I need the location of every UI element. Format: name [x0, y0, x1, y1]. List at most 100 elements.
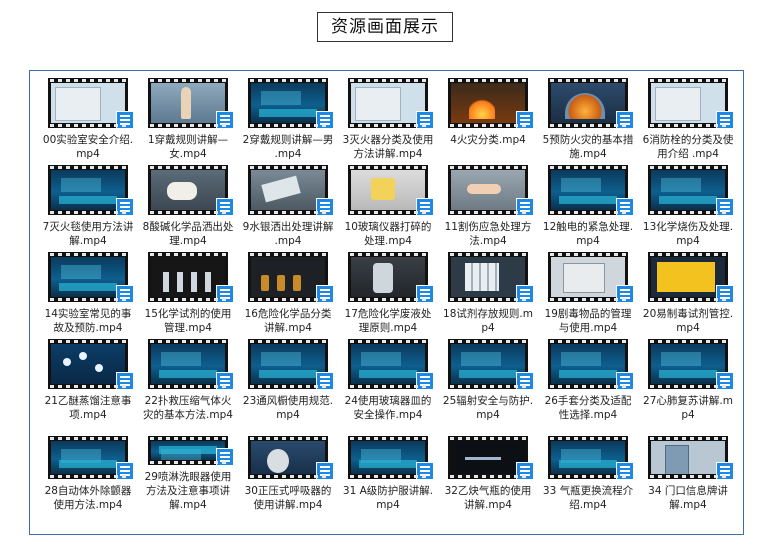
video-thumbnail[interactable]	[548, 252, 634, 303]
video-thumbnail[interactable]	[548, 165, 634, 216]
file-name-label[interactable]: 10玻璃仪器打碎的处理.mp4	[342, 220, 434, 248]
file-item[interactable]: 7灭火毯使用方法讲解.mp4	[38, 164, 138, 251]
video-thumbnail[interactable]	[48, 165, 134, 216]
file-item[interactable]: 26手套分类及适配性选择.mp4	[538, 338, 638, 425]
file-item[interactable]: 00实验室安全介绍.mp4	[38, 77, 138, 164]
video-thumbnail[interactable]	[448, 339, 534, 390]
video-thumbnail[interactable]	[348, 78, 434, 129]
file-name-label[interactable]: 34 门口信息牌讲解.mp4	[642, 484, 734, 512]
file-name-label[interactable]: 00实验室安全介绍.mp4	[42, 133, 134, 161]
file-item[interactable]: 27心肺复苏讲解.mp4	[638, 338, 738, 425]
video-thumbnail[interactable]	[648, 339, 734, 390]
file-item[interactable]: 23通风橱使用规范.mp4	[238, 338, 338, 425]
video-thumbnail[interactable]	[348, 339, 434, 390]
file-item[interactable]: 13化学烧伤及处理.mp4	[638, 164, 738, 251]
file-name-label[interactable]: 27心肺复苏讲解.mp4	[642, 394, 734, 422]
file-item[interactable]: 28自动体外除颤器使用方法.mp4	[38, 435, 138, 512]
file-item[interactable]: 30正压式呼吸器的使用讲解.mp4	[238, 435, 338, 512]
video-thumbnail[interactable]	[548, 339, 634, 390]
file-item[interactable]: 25辐射安全与防护.mp4	[438, 338, 538, 425]
file-item[interactable]: 15化学试剂的使用管理.mp4	[138, 251, 238, 338]
file-item[interactable]: 8酸碱化学品洒出处理.mp4	[138, 164, 238, 251]
file-name-label[interactable]: 26手套分类及适配性选择.mp4	[542, 394, 634, 422]
file-name-label[interactable]: 2穿戴规则讲解—男 .mp4	[242, 133, 334, 161]
video-thumbnail[interactable]	[648, 436, 734, 480]
video-thumbnail[interactable]	[448, 252, 534, 303]
video-thumbnail[interactable]	[448, 436, 534, 480]
video-thumbnail[interactable]	[48, 436, 134, 480]
file-item[interactable]: 20易制毒试剂管控.mp4	[638, 251, 738, 338]
file-item[interactable]: 21乙醚蒸馏注意事项.mp4	[38, 338, 138, 425]
file-item[interactable]: 14实验室常见的事故及预防.mp4	[38, 251, 138, 338]
file-item[interactable]: 9水银洒出处理讲解 .mp4	[238, 164, 338, 251]
video-thumbnail[interactable]	[648, 252, 734, 303]
file-name-label[interactable]: 9水银洒出处理讲解 .mp4	[242, 220, 334, 248]
file-item[interactable]: 32乙炔气瓶的使用讲解.mp4	[438, 435, 538, 512]
file-item[interactable]: 34 门口信息牌讲解.mp4	[638, 435, 738, 512]
file-name-label[interactable]: 8酸碱化学品洒出处理.mp4	[142, 220, 234, 248]
file-name-label[interactable]: 7灭火毯使用方法讲解.mp4	[42, 220, 134, 248]
file-name-label[interactable]: 16危险化学品分类讲解.mp4	[242, 307, 334, 335]
video-thumbnail[interactable]	[648, 78, 734, 129]
file-name-label[interactable]: 33 气瓶更换流程介绍.mp4	[542, 484, 634, 512]
video-thumbnail[interactable]	[48, 252, 134, 303]
video-thumbnail[interactable]	[548, 78, 634, 129]
file-name-label[interactable]: 32乙炔气瓶的使用讲解.mp4	[442, 484, 534, 512]
video-thumbnail[interactable]	[248, 165, 334, 216]
file-name-label[interactable]: 24使用玻璃器皿的安全操作.mp4	[342, 394, 434, 422]
file-item[interactable]: 12触电的紧急处理.mp4	[538, 164, 638, 251]
file-item[interactable]: 3灭火器分类及使用方法讲解.mp4	[338, 77, 438, 164]
file-item[interactable]: 1穿戴规则讲解—女.mp4	[138, 77, 238, 164]
file-name-label[interactable]: 25辐射安全与防护.mp4	[442, 394, 534, 422]
video-thumbnail[interactable]	[648, 165, 734, 216]
file-name-label[interactable]: 29喷淋洗眼器使用方法及注意事项讲解.mp4	[142, 470, 234, 512]
file-item[interactable]: 18试剂存放规则.mp4	[438, 251, 538, 338]
file-item[interactable]: 31 A级防护服讲解.mp4	[338, 435, 438, 512]
file-name-label[interactable]: 11割伤应急处理方法.mp4	[442, 220, 534, 248]
video-thumbnail[interactable]	[148, 252, 234, 303]
file-item[interactable]: 24使用玻璃器皿的安全操作.mp4	[338, 338, 438, 425]
video-thumbnail[interactable]	[248, 436, 334, 480]
video-thumbnail[interactable]	[148, 78, 234, 129]
video-thumbnail[interactable]	[148, 165, 234, 216]
file-name-label[interactable]: 17危险化学废液处理原则.mp4	[342, 307, 434, 335]
file-item[interactable]: 5预防火灾的基本措施.mp4	[538, 77, 638, 164]
video-thumbnail[interactable]	[48, 339, 134, 390]
file-item[interactable]: 6消防栓的分类及使用介绍 .mp4	[638, 77, 738, 164]
file-item[interactable]: 29喷淋洗眼器使用方法及注意事项讲解.mp4	[138, 435, 238, 512]
video-thumbnail[interactable]	[548, 436, 634, 480]
video-thumbnail[interactable]	[348, 252, 434, 303]
file-item[interactable]: 11割伤应急处理方法.mp4	[438, 164, 538, 251]
file-name-label[interactable]: 23通风橱使用规范.mp4	[242, 394, 334, 422]
video-thumbnail[interactable]	[248, 339, 334, 390]
video-thumbnail[interactable]	[148, 436, 234, 466]
video-thumbnail[interactable]	[448, 78, 534, 129]
file-name-label[interactable]: 14实验室常见的事故及预防.mp4	[42, 307, 134, 335]
file-name-label[interactable]: 19剧毒物品的管理与使用.mp4	[542, 307, 634, 335]
file-name-label[interactable]: 3灭火器分类及使用方法讲解.mp4	[342, 133, 434, 161]
file-name-label[interactable]: 28自动体外除颤器使用方法.mp4	[42, 484, 134, 512]
file-item[interactable]: 33 气瓶更换流程介绍.mp4	[538, 435, 638, 512]
file-item[interactable]: 16危险化学品分类讲解.mp4	[238, 251, 338, 338]
file-item[interactable]: 19剧毒物品的管理与使用.mp4	[538, 251, 638, 338]
video-thumbnail[interactable]	[348, 165, 434, 216]
file-name-label[interactable]: 18试剂存放规则.mp4	[442, 307, 534, 335]
file-item[interactable]: 4火灾分类.mp4	[438, 77, 538, 164]
file-name-label[interactable]: 4火灾分类.mp4	[442, 133, 534, 147]
video-thumbnail[interactable]	[48, 78, 134, 129]
file-name-label[interactable]: 31 A级防护服讲解.mp4	[342, 484, 434, 512]
video-thumbnail[interactable]	[248, 78, 334, 129]
file-item[interactable]: 17危险化学废液处理原则.mp4	[338, 251, 438, 338]
file-name-label[interactable]: 12触电的紧急处理.mp4	[542, 220, 634, 248]
file-name-label[interactable]: 15化学试剂的使用管理.mp4	[142, 307, 234, 335]
file-name-label[interactable]: 22扑救压缩气体火灾的基本方法.mp4	[142, 394, 234, 422]
file-name-label[interactable]: 30正压式呼吸器的使用讲解.mp4	[242, 484, 334, 512]
file-name-label[interactable]: 20易制毒试剂管控.mp4	[642, 307, 734, 335]
file-item[interactable]: 10玻璃仪器打碎的处理.mp4	[338, 164, 438, 251]
video-thumbnail[interactable]	[348, 436, 434, 480]
video-thumbnail[interactable]	[148, 339, 234, 390]
file-name-label[interactable]: 13化学烧伤及处理.mp4	[642, 220, 734, 248]
file-item[interactable]: 22扑救压缩气体火灾的基本方法.mp4	[138, 338, 238, 425]
file-name-label[interactable]: 21乙醚蒸馏注意事项.mp4	[42, 394, 134, 422]
file-item[interactable]: 2穿戴规则讲解—男 .mp4	[238, 77, 338, 164]
